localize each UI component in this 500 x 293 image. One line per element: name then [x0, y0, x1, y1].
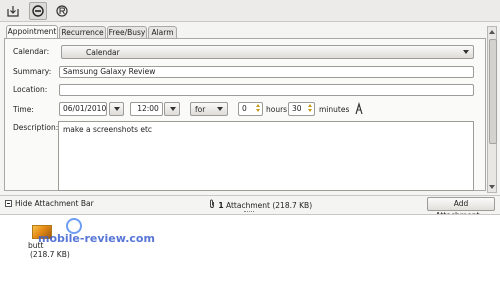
duration-mode-select[interactable]: for — [190, 102, 228, 116]
watermark-text: mobile-review.com — [38, 232, 155, 245]
timezone-icon — [355, 101, 363, 115]
attachment-file-size: (218.7 KB) — [30, 250, 70, 259]
time-picker-button[interactable] — [164, 102, 180, 116]
date-input[interactable]: 06/01/2010 — [59, 102, 107, 116]
chevron-down-icon — [463, 50, 469, 54]
add-attachment-button[interactable]: Add Attachment... — [427, 197, 495, 220]
reply-button[interactable] — [53, 2, 71, 20]
remove-button[interactable] — [29, 2, 47, 20]
duration-mode-value: for — [195, 105, 206, 114]
time-label: Time: — [13, 105, 34, 114]
reply-icon — [56, 5, 68, 17]
calendar-value: Calendar — [86, 48, 120, 57]
location-label: Location: — [13, 85, 48, 94]
attachment-summary: 1 Attachment (218.7 KB) — [209, 199, 312, 211]
resize-handle[interactable] — [244, 211, 254, 213]
calendar-label: Calendar: — [13, 47, 50, 56]
tab-appointment[interactable]: Appointment — [6, 25, 58, 39]
chevron-down-icon — [217, 107, 223, 111]
description-textarea[interactable]: make a screenshots etc — [58, 121, 474, 191]
spin-arrows-icon[interactable] — [255, 104, 261, 114]
scroll-down-icon[interactable] — [489, 185, 495, 189]
save-close-button[interactable] — [4, 2, 22, 20]
minutes-label: minutes — [319, 105, 350, 114]
hours-label: hours — [266, 105, 288, 114]
chevron-down-icon — [114, 107, 120, 111]
hours-value: 0 — [242, 104, 247, 113]
spin-arrows-icon[interactable] — [307, 104, 313, 114]
date-picker-button[interactable] — [109, 102, 124, 116]
attachment-summary-text: Attachment (218.7 KB) — [223, 201, 313, 210]
location-input[interactable] — [59, 84, 474, 96]
paperclip-icon — [209, 199, 216, 211]
remove-icon — [32, 5, 44, 17]
summary-label: Summary: — [13, 67, 52, 76]
time-input[interactable]: 12:00 — [130, 102, 163, 116]
scroll-thumb[interactable] — [489, 39, 497, 144]
chevron-down-icon — [170, 107, 176, 111]
description-label: Description: — [13, 123, 59, 132]
timezone-button[interactable] — [354, 101, 364, 115]
toolbar — [0, 0, 500, 22]
form-scrollbar[interactable] — [487, 26, 497, 193]
minutes-spinner[interactable]: 30 — [288, 102, 315, 116]
collapse-icon[interactable] — [5, 200, 12, 207]
scroll-up-icon[interactable] — [489, 30, 495, 34]
hours-spinner[interactable]: 0 — [238, 102, 263, 116]
save-close-icon — [7, 6, 19, 17]
calendar-select[interactable]: Calendar — [61, 45, 474, 59]
hide-attachment-bar-link[interactable]: Hide Attachment Bar — [15, 199, 94, 209]
minutes-value: 30 — [292, 104, 302, 113]
summary-input[interactable]: Samsung Galaxy Review — [59, 66, 474, 78]
